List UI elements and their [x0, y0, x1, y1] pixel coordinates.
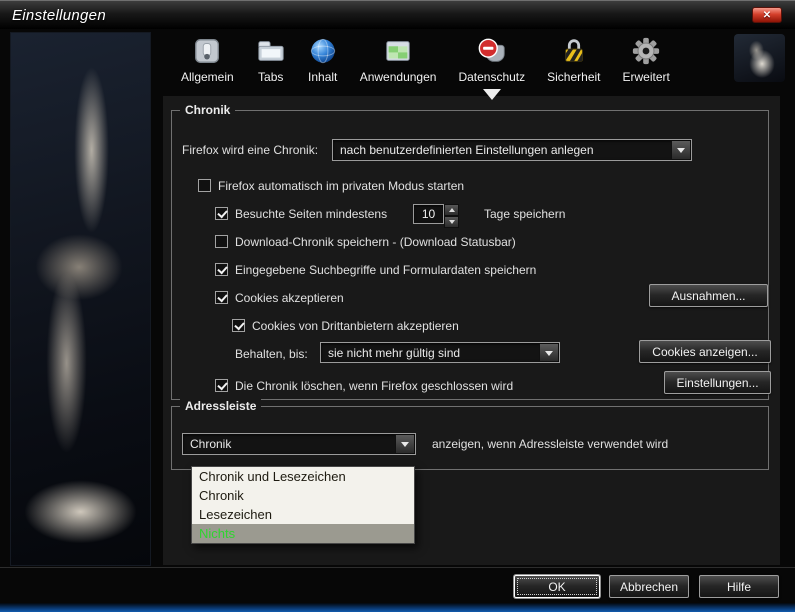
dropdown-option[interactable]: Chronik [192, 486, 414, 505]
tab-sicherheit[interactable]: Sicherheit [541, 34, 606, 86]
tab-label: Sicherheit [547, 70, 600, 84]
third-party-cookies-label[interactable]: Cookies von Drittanbietern akzeptieren [252, 320, 459, 333]
third-party-cookies-checkbox[interactable] [232, 319, 245, 332]
locationbar-select[interactable]: Chronik [182, 433, 416, 455]
days-suffix-label: Tage speichern [484, 208, 565, 221]
privacy-icon [477, 36, 507, 66]
tab-label: Datenschutz [458, 70, 525, 84]
locationbar-suffix-label: anzeigen, wenn Adressleiste verwendet wi… [432, 438, 668, 451]
dropdown-option[interactable]: Chronik und Lesezeichen [192, 467, 414, 486]
titlebar: Einstellungen [0, 1, 795, 29]
footer-separator [0, 567, 795, 568]
tab-datenschutz[interactable]: Datenschutz [452, 34, 531, 86]
cancel-button-label: Abbrechen [620, 580, 678, 594]
content-globe-icon [308, 36, 338, 66]
private-mode-checkbox[interactable] [198, 179, 211, 192]
help-button-label: Hilfe [727, 580, 751, 594]
show-cookies-button[interactable]: Cookies anzeigen... [639, 340, 771, 363]
persona-thumbnail [734, 34, 785, 82]
history-group: Chronik Firefox wird eine Chronik: nach … [171, 110, 769, 400]
tab-label: Anwendungen [360, 70, 437, 84]
form-data-label[interactable]: Eingegebene Suchbegriffe und Formulardat… [235, 264, 536, 277]
history-mode-value: nach benutzerdefinierten Einstellungen a… [340, 143, 594, 157]
keep-until-label: Behalten, bis: [235, 348, 308, 361]
spinner-up-icon[interactable] [444, 204, 459, 216]
window-title: Einstellungen [12, 7, 106, 24]
theme-artwork-image [10, 32, 151, 566]
tabs-icon [256, 36, 286, 66]
security-lock-icon [559, 36, 589, 66]
cancel-button[interactable]: Abbrechen [609, 575, 689, 598]
clear-history-checkbox[interactable] [215, 379, 228, 392]
exceptions-button-label: Ausnahmen... [671, 289, 745, 303]
close-button[interactable]: ✕ [752, 7, 782, 23]
days-input[interactable]: 10 [413, 204, 444, 224]
window-bottom-edge [0, 603, 795, 612]
tab-allgemein[interactable]: Allgemein [175, 34, 240, 86]
clear-history-settings-button[interactable]: Einstellungen... [664, 371, 771, 394]
download-history-label[interactable]: Download-Chronik speichern - (Download S… [235, 236, 516, 249]
dropdown-option-highlighted[interactable]: Nichts [192, 524, 414, 543]
history-mode-select[interactable]: nach benutzerdefinierten Einstellungen a… [332, 139, 692, 161]
keep-until-select[interactable]: sie nicht mehr gültig sind [320, 342, 560, 363]
applications-icon [383, 36, 413, 66]
remember-visited-checkbox[interactable] [215, 207, 228, 220]
clear-history-label[interactable]: Die Chronik löschen, wenn Firefox geschl… [235, 380, 513, 393]
accept-cookies-label[interactable]: Cookies akzeptieren [235, 292, 344, 305]
spinner-down-icon[interactable] [444, 216, 459, 228]
remember-visited-label[interactable]: Besuchte Seiten mindestens [235, 208, 387, 221]
days-spinner [444, 204, 459, 224]
locationbar-select-value: Chronik [190, 437, 231, 451]
exceptions-button[interactable]: Ausnahmen... [649, 284, 768, 307]
dropdown-option[interactable]: Lesezeichen [192, 505, 414, 524]
accept-cookies-checkbox[interactable] [215, 291, 228, 304]
category-toolbar: Allgemein Tabs [163, 34, 728, 92]
close-icon: ✕ [763, 10, 771, 21]
locationbar-group: Adressleiste Chronik anzeigen, wenn Adre… [171, 406, 769, 470]
tab-label: Allgemein [181, 70, 234, 84]
chevron-down-icon[interactable] [395, 435, 414, 453]
settings-window: Einstellungen ✕ Allgemein [0, 0, 795, 612]
ok-button[interactable]: OK [514, 575, 600, 598]
tab-erweitert[interactable]: Erweitert [617, 34, 676, 86]
tab-label: Erweitert [623, 70, 670, 84]
tab-tabs[interactable]: Tabs [250, 34, 292, 86]
help-button[interactable]: Hilfe [699, 575, 779, 598]
tab-label: Tabs [258, 70, 283, 84]
tab-inhalt[interactable]: Inhalt [302, 34, 344, 86]
tab-label: Inhalt [308, 70, 337, 84]
form-data-checkbox[interactable] [215, 263, 228, 276]
chevron-down-icon[interactable] [539, 344, 558, 361]
keep-until-value: sie nicht mehr gültig sind [328, 346, 460, 360]
download-history-checkbox[interactable] [215, 235, 228, 248]
history-group-label: Chronik [180, 103, 235, 117]
ok-button-label: OK [548, 580, 565, 594]
chevron-down-icon[interactable] [671, 141, 690, 159]
clear-history-settings-label: Einstellungen... [676, 376, 758, 390]
general-icon [192, 36, 222, 66]
locationbar-group-label: Adressleiste [180, 399, 261, 413]
gear-icon [631, 36, 661, 66]
private-mode-label[interactable]: Firefox automatisch im privaten Modus st… [218, 180, 464, 193]
locationbar-dropdown-list: Chronik und Lesezeichen Chronik Lesezeic… [191, 466, 415, 544]
show-cookies-button-label: Cookies anzeigen... [652, 345, 757, 359]
history-mode-label: Firefox wird eine Chronik: [182, 144, 318, 157]
tab-anwendungen[interactable]: Anwendungen [354, 34, 443, 86]
